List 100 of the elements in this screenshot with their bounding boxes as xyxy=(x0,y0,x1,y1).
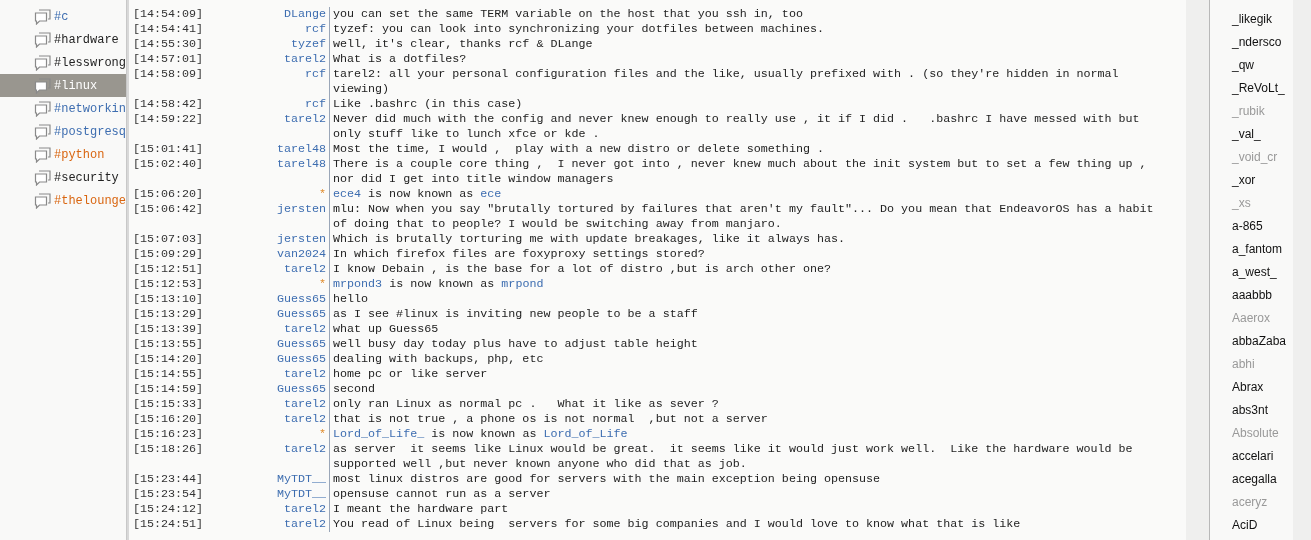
nick-name[interactable]: tarel2 xyxy=(205,52,329,67)
user-list-item[interactable]: _likegik xyxy=(1210,8,1293,31)
user-list-item[interactable]: _ndersco xyxy=(1210,31,1293,54)
nick-name[interactable]: tarel2 xyxy=(205,397,329,412)
timestamp: [15:12:53] xyxy=(133,277,205,292)
nick-name[interactable]: DLange xyxy=(205,7,329,22)
message-text: I know Debain , is the base for a lot of distro ,but is arch other one? xyxy=(329,262,1154,277)
nick-name[interactable]: tyzef xyxy=(205,37,329,52)
user-list-item[interactable]: _xor xyxy=(1210,169,1293,192)
timestamp: [15:23:54] xyxy=(133,487,205,502)
message-text: In which firefox files are foxyproxy settings stored? xyxy=(329,247,1154,262)
timestamp: [15:02:40] xyxy=(133,157,205,173)
channel-name: #python xyxy=(54,147,105,162)
channel-item[interactable]: #postgresq xyxy=(0,120,126,143)
user-list-item[interactable]: _rubik xyxy=(1210,100,1293,123)
nick-name[interactable]: jersten xyxy=(205,232,329,247)
nick-link[interactable]: Lord_of_Life_ xyxy=(333,427,425,441)
nick-name[interactable]: tarel2 xyxy=(205,262,329,277)
user-list-item[interactable]: Aaerox xyxy=(1210,307,1293,330)
nick-name[interactable]: tarel2 xyxy=(205,322,329,337)
nick-name[interactable]: Guess65 xyxy=(205,337,329,352)
user-list-item[interactable]: a_west_ xyxy=(1210,261,1293,284)
channel-item[interactable]: #security xyxy=(0,166,126,189)
message-text: you can set the same TERM variable on the host that you ssh in, too xyxy=(329,7,1154,22)
message-text: hello xyxy=(329,292,1154,307)
chat-bubble-icon xyxy=(34,54,51,71)
timestamp: [15:13:55] xyxy=(133,337,205,352)
user-list-item[interactable]: acegalla xyxy=(1210,468,1293,491)
user-list-item[interactable]: Abrax xyxy=(1210,376,1293,399)
channel-item[interactable]: #linux xyxy=(0,74,126,97)
user-list-item[interactable]: a-865 xyxy=(1210,215,1293,238)
event-marker: * xyxy=(318,427,327,442)
message-text: home pc or like server xyxy=(329,367,1154,382)
splitter[interactable] xyxy=(1186,0,1210,540)
timestamp: [15:24:12] xyxy=(133,502,205,517)
channel-item[interactable]: #networkin xyxy=(0,97,126,120)
nick-link[interactable]: Lord_of_Life xyxy=(543,427,628,441)
nick-link[interactable]: mrpond3 xyxy=(333,277,383,291)
user-list-item[interactable]: AciD xyxy=(1210,514,1293,537)
timestamp: [15:01:41] xyxy=(133,142,205,157)
message-text: that is not true , a phone os is not normal ,but not a server xyxy=(329,412,1154,427)
timestamp: [15:24:51] xyxy=(133,517,205,532)
user-list-item[interactable]: Absolute xyxy=(1210,422,1293,445)
user-list-item[interactable]: accelari xyxy=(1210,445,1293,468)
user-list-item[interactable]: _void_cr xyxy=(1210,146,1293,169)
nick-link[interactable]: ece4 xyxy=(333,187,362,201)
nick-name[interactable]: tarel2 xyxy=(205,442,329,472)
user-list-item[interactable]: aaabbb xyxy=(1210,284,1293,307)
nick-name[interactable]: tarel48 xyxy=(205,157,329,187)
message-text: well busy day today plus have to adjust table height xyxy=(329,337,1154,352)
message-text: Never did much with the config and never knew enough to really use , it if I did . .bashrc I have messed with but only stuff like to lunch xfce or kde . xyxy=(329,112,1154,142)
chat-bubble-icon xyxy=(34,8,51,25)
nick-name[interactable]: rcf xyxy=(205,67,329,97)
nick-name[interactable]: tarel2 xyxy=(205,517,329,532)
user-list-item[interactable]: a_fantom xyxy=(1210,238,1293,261)
timestamp: [15:14:59] xyxy=(133,382,205,397)
user-list-item[interactable]: aceryz xyxy=(1210,491,1293,514)
nick-name[interactable]: tarel2 xyxy=(205,502,329,517)
chat-bubble-icon xyxy=(34,169,51,186)
chat-bubble-icon xyxy=(34,123,51,140)
chat-bubble-icon xyxy=(34,77,51,94)
nick-link[interactable]: mrpond xyxy=(501,277,544,291)
message-text: most linux distros are good for servers with the main exception being opensuse xyxy=(329,472,1154,487)
nick-name[interactable]: Guess65 xyxy=(205,307,329,322)
user-list-item[interactable]: _ReVoLt_ xyxy=(1210,77,1293,100)
user-list-item[interactable]: abhi xyxy=(1210,353,1293,376)
channel-item[interactable]: #python xyxy=(0,143,126,166)
user-list-item[interactable]: _qw xyxy=(1210,54,1293,77)
channel-item[interactable]: #c xyxy=(0,5,126,28)
nick-name[interactable]: rcf xyxy=(205,97,329,112)
nick-name[interactable]: Guess65 xyxy=(205,352,329,367)
user-list-item[interactable]: abbaZaba xyxy=(1210,330,1293,353)
channel-item[interactable]: #lesswrong xyxy=(0,51,126,74)
nick-name[interactable]: tarel2 xyxy=(205,367,329,382)
nick-name[interactable]: rcf xyxy=(205,22,329,37)
channel-item[interactable]: #thelounge xyxy=(0,189,126,212)
channel-name: #linux xyxy=(54,78,98,93)
nick-name[interactable]: jersten xyxy=(205,202,329,232)
timestamp: [14:54:09] xyxy=(133,7,205,22)
timestamp: [15:15:33] xyxy=(133,397,205,412)
timestamp: [15:13:39] xyxy=(133,322,205,337)
user-list-item[interactable]: abs3nt xyxy=(1210,399,1293,422)
nick-link[interactable]: ece xyxy=(480,187,502,201)
nick-name[interactable]: tarel48 xyxy=(205,142,329,157)
user-list-item[interactable]: _xs xyxy=(1210,192,1293,215)
nick-name[interactable]: tarel2 xyxy=(205,412,329,427)
timestamp: [15:06:20] xyxy=(133,187,205,202)
chat-bubble-icon xyxy=(34,100,51,117)
nick-name[interactable]: tarel2 xyxy=(205,112,329,142)
nick-name[interactable]: Guess65 xyxy=(205,382,329,397)
nick-name[interactable]: van2024 xyxy=(205,247,329,262)
nick-name[interactable]: MyTDT__ xyxy=(205,487,329,502)
timestamp: [15:13:29] xyxy=(133,307,205,322)
timestamp: [15:14:55] xyxy=(133,367,205,382)
nick-name[interactable]: Guess65 xyxy=(205,292,329,307)
nick-name[interactable]: MyTDT__ xyxy=(205,472,329,487)
channel-item[interactable]: #hardware xyxy=(0,28,126,51)
timestamp: [14:59:22] xyxy=(133,112,205,128)
user-list-item[interactable]: _val_ xyxy=(1210,123,1293,146)
timestamp: [15:16:23] xyxy=(133,427,205,442)
